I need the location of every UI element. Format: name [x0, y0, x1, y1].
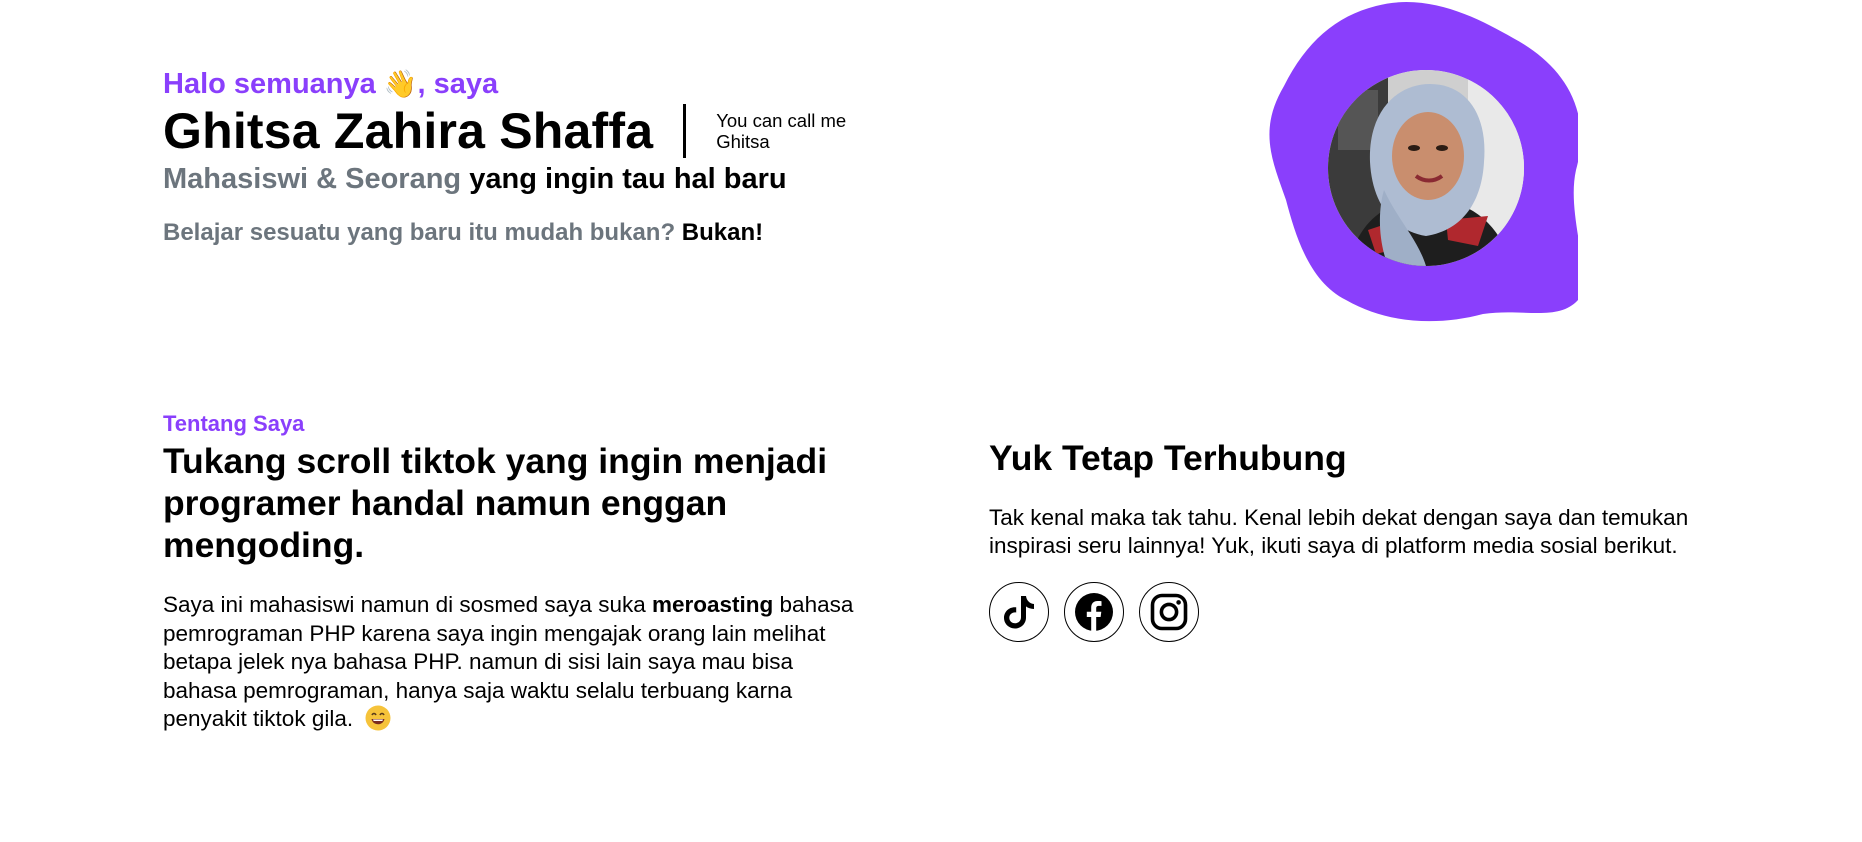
role-muted: Mahasiswi & Seorang	[163, 163, 462, 195]
tiktok-link[interactable]	[989, 582, 1049, 642]
hero-section: Halo semuanya 👋, saya Ghitsa Zahira Shaf…	[163, 66, 1063, 247]
facebook-link[interactable]	[1064, 582, 1124, 642]
instagram-link[interactable]	[1139, 582, 1199, 642]
greeting-text: Halo semuanya	[163, 68, 376, 100]
profile-name: Ghitsa Zahira Shaffa	[163, 103, 654, 159]
contact-title: Yuk Tetap Terhubung	[989, 438, 1347, 478]
greeting: Halo semuanya 👋, saya	[163, 66, 1063, 103]
facebook-icon	[1075, 593, 1113, 631]
greeting-suffix: , saya	[417, 68, 499, 100]
contact-section: Yuk Tetap Terhubung Tak kenal maka tak t…	[989, 437, 1689, 642]
role-line: Mahasiswi & Seorang yang ingin tau hal b…	[163, 161, 1063, 197]
name-divider	[683, 104, 687, 158]
contact-body: Tak kenal maka tak tahu. Kenal lebih dek…	[989, 505, 1689, 558]
waving-hand-icon: 👋	[383, 69, 418, 100]
tiktok-icon	[1004, 596, 1034, 629]
page: Halo semuanya 👋, saya Ghitsa Zahira Shaf…	[0, 0, 1862, 842]
grinning-face-icon: 😄	[365, 705, 391, 731]
name-row: Ghitsa Zahira Shaffa You can call me Ghi…	[163, 103, 1063, 159]
about-section: Tentang Saya Tukang scroll tiktok yang i…	[163, 411, 883, 734]
tagline-muted: Belajar sesuatu yang baru itu mudah buka…	[163, 219, 676, 246]
instagram-icon	[1150, 593, 1188, 631]
nickname-text: You can call me Ghitsa	[716, 110, 847, 152]
social-links	[989, 582, 1689, 642]
about-title: Tukang scroll tiktok yang ingin menjadi …	[163, 441, 828, 565]
profile-photo-image	[1328, 70, 1524, 266]
about-label: Tentang Saya	[163, 411, 305, 436]
role-strong: yang ingin tau hal baru	[469, 163, 787, 195]
tagline: Belajar sesuatu yang baru itu mudah buka…	[163, 219, 1063, 247]
profile-photo	[1328, 70, 1524, 266]
about-body-bold: meroasting	[652, 592, 774, 617]
about-body-part1: Saya ini mahasiswi namun di sosmed saya …	[163, 592, 646, 617]
about-body: Saya ini mahasiswi namun di sosmed saya …	[163, 591, 873, 734]
tagline-strong: Bukan!	[681, 219, 764, 246]
